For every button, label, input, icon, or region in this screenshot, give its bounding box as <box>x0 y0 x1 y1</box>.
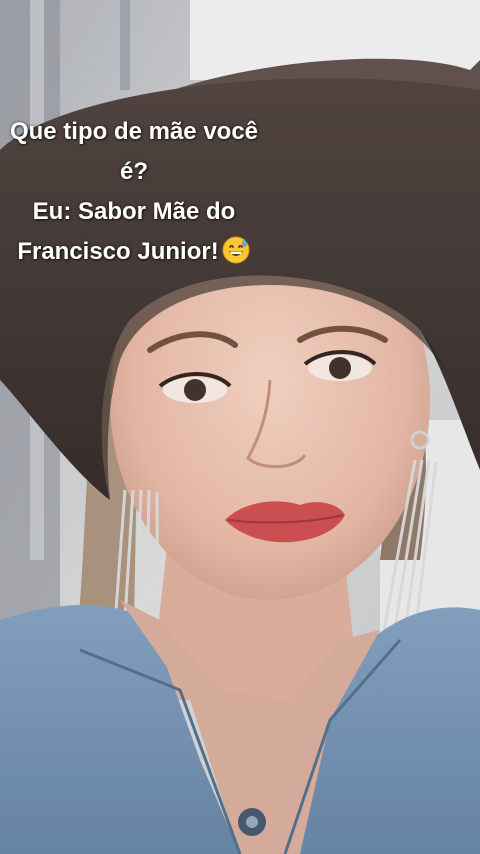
caption-line-4: Francisco Junior! <box>0 232 268 272</box>
caption-overlay: Que tipo de mãe você é? Eu: Sabor Mãe do… <box>0 112 268 272</box>
caption-line-2: é? <box>119 158 148 185</box>
grinning-face-with-sweat-icon <box>221 235 251 265</box>
caption-line-1: Que tipo de mãe você <box>9 118 259 145</box>
story-frame: Que tipo de mãe você é? Eu: Sabor Mãe do… <box>0 0 480 854</box>
caption-line-3: Eu: Sabor Mãe do <box>32 198 236 225</box>
